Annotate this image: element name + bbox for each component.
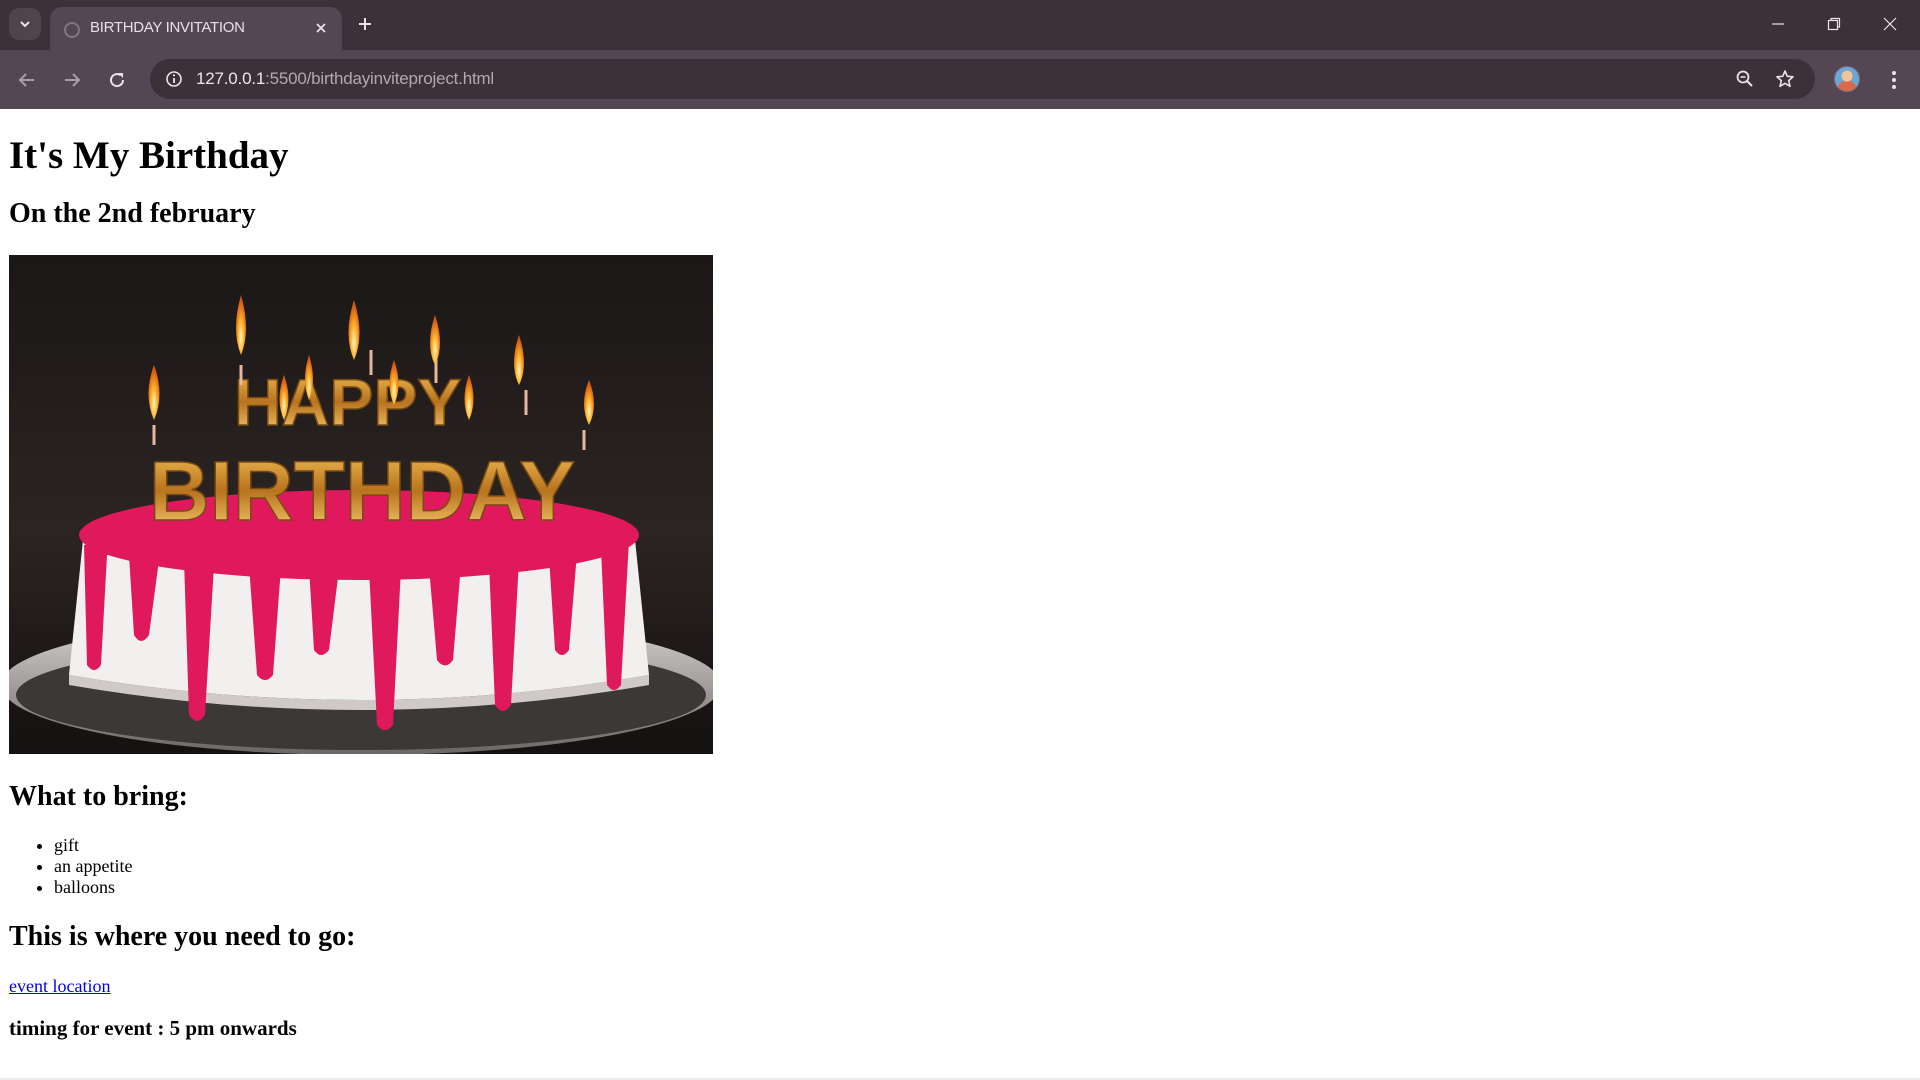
reload-button[interactable] bbox=[101, 64, 133, 96]
star-icon bbox=[1776, 70, 1794, 88]
tab-search-button[interactable] bbox=[9, 8, 41, 40]
zoom-button[interactable] bbox=[1733, 67, 1757, 91]
event-timing: timing for event : 5 pm onwards bbox=[9, 1016, 297, 1040]
back-button[interactable] bbox=[11, 64, 43, 96]
browser-toolbar: 127.0.0.1:5500/birthdayinviteproject.htm… bbox=[0, 50, 1920, 109]
new-tab-button[interactable] bbox=[352, 11, 378, 37]
cake-photo: HAPPY BIRTHDAY bbox=[9, 255, 713, 754]
tab-close-button[interactable] bbox=[310, 17, 332, 39]
restore-icon bbox=[1827, 17, 1841, 31]
minimize-button[interactable] bbox=[1750, 0, 1806, 48]
list-item: balloons bbox=[54, 877, 132, 898]
tab-search-icon bbox=[20, 21, 30, 28]
what-to-bring-heading: What to bring: bbox=[9, 781, 188, 812]
zoom-out-icon bbox=[1736, 70, 1753, 87]
favicon-icon bbox=[64, 22, 80, 38]
restore-button[interactable] bbox=[1806, 0, 1862, 48]
list-item: gift bbox=[54, 835, 132, 856]
forward-button[interactable] bbox=[56, 64, 88, 96]
event-location-link[interactable]: event location bbox=[9, 976, 110, 997]
site-info-button[interactable] bbox=[162, 67, 186, 91]
window-close-button[interactable] bbox=[1862, 0, 1918, 48]
page-content: It's My Birthday On the 2nd february HAP… bbox=[0, 109, 1920, 1080]
browser-menu-button[interactable] bbox=[1880, 64, 1908, 96]
tab-strip: BIRTHDAY INVITATION bbox=[0, 0, 1920, 50]
list-item: an appetite bbox=[54, 856, 132, 877]
bookmark-button[interactable] bbox=[1773, 67, 1797, 91]
url-text: 127.0.0.1:5500/birthdayinviteproject.htm… bbox=[196, 69, 494, 89]
kebab-menu-icon bbox=[1892, 71, 1896, 89]
info-icon bbox=[166, 71, 182, 87]
url-path: :5500/birthdayinviteproject.html bbox=[265, 69, 495, 88]
address-bar[interactable]: 127.0.0.1:5500/birthdayinviteproject.htm… bbox=[150, 59, 1815, 99]
url-host: 127.0.0.1 bbox=[196, 69, 266, 88]
bring-list: gift an appetite balloons bbox=[54, 835, 132, 898]
back-arrow-icon bbox=[18, 73, 34, 87]
profile-avatar[interactable] bbox=[1834, 66, 1860, 92]
plus-icon bbox=[359, 18, 371, 30]
date-subtitle: On the 2nd february bbox=[9, 198, 256, 229]
window-close-icon bbox=[1883, 17, 1897, 31]
active-tab[interactable]: BIRTHDAY INVITATION bbox=[50, 7, 342, 50]
close-icon bbox=[316, 23, 326, 33]
page-title: It's My Birthday bbox=[9, 134, 289, 177]
forward-arrow-icon bbox=[65, 73, 81, 87]
svg-text:BIRTHDAY: BIRTHDAY bbox=[149, 444, 575, 538]
cake-illustration: HAPPY BIRTHDAY bbox=[9, 255, 713, 754]
minimize-icon bbox=[1772, 23, 1784, 25]
svg-text:HAPPY: HAPPY bbox=[234, 365, 461, 439]
reload-icon bbox=[110, 73, 125, 88]
where-to-go-heading: This is where you need to go: bbox=[9, 921, 356, 952]
tab-title: BIRTHDAY INVITATION bbox=[90, 19, 245, 36]
